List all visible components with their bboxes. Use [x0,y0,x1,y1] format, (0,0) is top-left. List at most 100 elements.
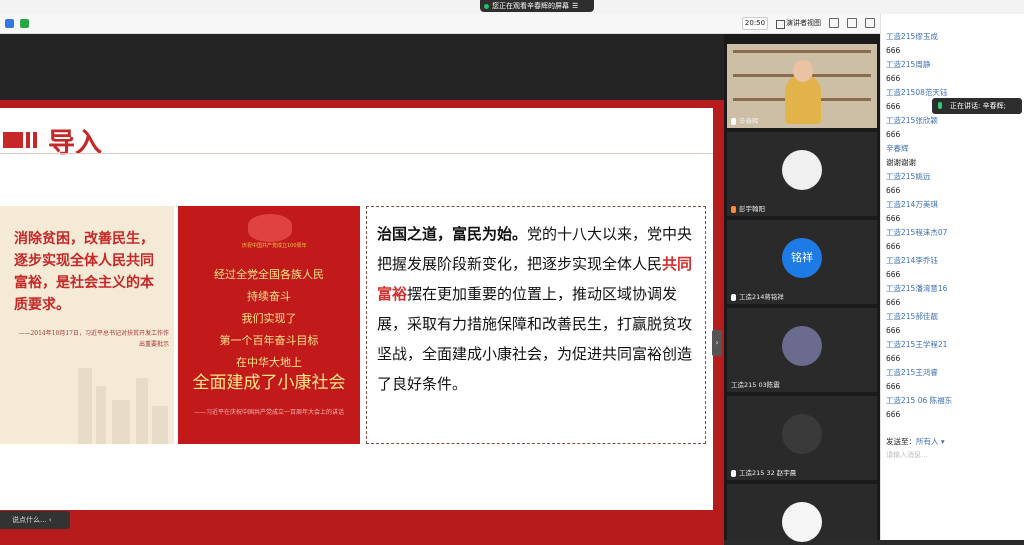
share-status-icon [484,3,489,9]
video-tile[interactable] [727,484,877,542]
grid-view-icon[interactable] [829,18,839,28]
chat-message: 666 [886,46,901,55]
poem-source: ——习近平在庆祝中国共产党成立一百周年大会上的讲话 [193,409,344,416]
quote-panel-xiaokang: 庆祝中国共产党成立100周年 经过全党全国各族人民 持续奋斗 我们实现了 第一个… [178,206,360,444]
speaking-text: 正在讲话: 辛春辉; [950,102,1006,110]
title-decoration [3,132,40,148]
chat-message-list[interactable]: 工造215缪玉成 666 工造215周静 666 工造21508范天钰 666 工造215张… [886,30,1022,422]
chat-sender: 工造215 06 陈福东 [886,396,953,405]
speaker-view-button[interactable]: 演讲者视图 [776,17,821,30]
participant-name-text: 工造214蒋铭祥 [739,293,784,301]
slide-body: 导入 消除贫困，改善民生，逐步实现全体人民共同富裕，是社会主义的本质要求。 ——… [0,108,713,510]
send-label: 发送至： [886,437,916,446]
menu-icon[interactable]: ☰ [572,2,578,10]
participant-name: 辛春辉 [731,115,759,125]
poem-line: 我们实现了 [241,312,297,325]
comment-placeholder: 说点什么... [12,516,47,524]
speaking-indicator: 正在讲话: 辛春辉; [932,98,1022,114]
chat-sender: 工造215程涞杰07 [886,228,948,237]
title-divider [0,153,713,154]
send-to-selector[interactable]: 发送至：所有人 ▾ [886,436,945,447]
avatar [782,502,822,542]
poem-headline: 全面建成了小康社会 [192,373,346,393]
chat-sender: 工造215郝佳靓 [886,312,938,321]
poem-line: 持续奋斗 [247,290,291,303]
chat-sender: 工造214李乔钰 [886,256,938,265]
participant-name: 工造214蒋铭祥 [731,291,784,301]
shared-screen: 导入 消除贫困，改善民生，逐步实现全体人民共同富裕，是社会主义的本质要求。 ——… [0,34,724,545]
chat-message: 666 [886,382,901,391]
chat-message: 666 [886,74,901,83]
chat-message: 666 [886,410,901,419]
sidebar-toggle-icon[interactable] [865,18,875,28]
chat-sender: 工造215王学程21 [886,340,948,349]
fullscreen-icon[interactable] [847,18,857,28]
chat-sender: 工造214万美琪 [886,200,938,209]
participant-name: 工造215 03陈震 [731,379,780,389]
chat-sender: 辛春辉 [886,144,909,153]
video-tile[interactable]: 彭宇翰阳 [727,132,877,216]
slide-title: 导入 [48,128,102,159]
mic-icon [938,102,942,109]
logo-caption: 庆祝中国共产党成立100周年 [242,243,307,249]
avatar [782,326,822,366]
signal-icon[interactable] [20,19,29,28]
avatar [782,150,822,190]
send-target: 所有人 [916,437,939,446]
body-text: 摆在更加重要的位置上，推动区域协调发展，采取有力措施保障和改善民生，打赢脱贫攻坚… [377,285,693,393]
chat-sender: 工造215姚远 [886,172,931,181]
quote-text: 消除贫困，改善民生，逐步实现全体人民共同富裕，是社会主义的本质要求。 [14,231,154,313]
mic-icon [731,117,736,125]
avatar: 铭祥 [782,238,822,278]
shield-icon[interactable] [5,19,14,28]
user-icon [731,205,736,213]
chat-input[interactable]: 请输入消息... [886,450,928,460]
chevron-down-icon: ▾ [938,437,945,446]
quote-source: ——2014年10月17日，习近平总书记对扶贫开发工作作出重要批示 [18,330,169,348]
chat-sender: 工造215潘淯意16 [886,284,948,293]
poem-line: 第一个百年奋斗目标 [219,334,319,347]
chat-sender: 工造215缪玉成 [886,32,938,41]
participant-name-text: 工造215 03陈震 [731,381,780,389]
chat-message: 谢谢谢谢 [886,158,916,167]
chat-message: 666 [886,130,901,139]
poem-line: 经过全党全国各族人民 [214,268,324,281]
mic-icon [731,469,736,477]
centenary-logo [248,214,292,242]
chat-message: 666 [886,354,901,363]
quote-panel-poverty: 消除贫困，改善民生，逐步实现全体人民共同富裕，是社会主义的本质要求。 ——201… [0,206,174,444]
comment-input[interactable]: 说点什么... ‹ [0,511,70,529]
collapse-video-button[interactable]: › [712,330,722,356]
video-tile[interactable]: 工造215 03陈震 [727,308,877,392]
lead-sentence: 治国之道，富民为始。 [377,225,528,243]
slide: 导入 消除贫困，改善民生，逐步实现全体人民共同富裕，是社会主义的本质要求。 ——… [0,100,724,545]
video-tile[interactable]: 铭祥 工造214蒋铭祥 [727,220,877,304]
video-tile[interactable]: 工造215 32 赵宇晨 [727,396,877,480]
text-panel: 治国之道，富民为始。党的十八大以来，党中央把握发展阶段新变化，把逐步实现全体人民… [366,206,706,444]
share-text: 您正在观看辛春辉的屏幕 [492,2,569,10]
meeting-timer: 20:50 [742,17,768,30]
participant-name-text: 工造215 32 赵宇晨 [739,469,797,477]
chat-message: 666 [886,242,901,251]
chat-sender: 工造215王鸿睿 [886,368,938,377]
video-tile[interactable]: 辛春辉 [727,44,877,128]
avatar [782,414,822,454]
participant-head [793,60,813,82]
participant-name: 工造215 32 赵宇晨 [731,467,796,477]
chat-message: 666 [886,214,901,223]
participant-name-text: 辛春辉 [739,117,759,125]
chat-message: 666 [886,298,901,307]
chat-message: 666 [886,326,901,335]
video-strip[interactable]: 辛春辉 彭宇翰阳 铭祥 工造214蒋铭祥 工造215 03陈震 工造215 32… [724,34,880,542]
chat-panel: 工造215缪玉成 666 工造215周静 666 工造21508范天钰 666 工造215张… [880,14,1024,540]
mic-icon [731,293,736,301]
participant-name-text: 彭宇翰阳 [739,205,765,213]
participant-name: 彭宇翰阳 [731,203,765,213]
body-paragraph: 治国之道，富民为始。党的十八大以来，党中央把握发展阶段新变化，把逐步实现全体人民… [377,219,699,399]
chat-message: 666 [886,186,901,195]
poem-lines: 经过全党全国各族人民 持续奋斗 我们实现了 第一个百年奋斗目标 在中华大地上 [178,264,360,374]
chat-message: 666 [886,270,901,279]
screen-share-indicator[interactable]: 您正在观看辛春辉的屏幕 ☰ [480,0,594,12]
meeting-toolbar: 20:50 演讲者视图 [0,14,880,34]
chat-sender: 工造215张欣颖 [886,116,938,125]
